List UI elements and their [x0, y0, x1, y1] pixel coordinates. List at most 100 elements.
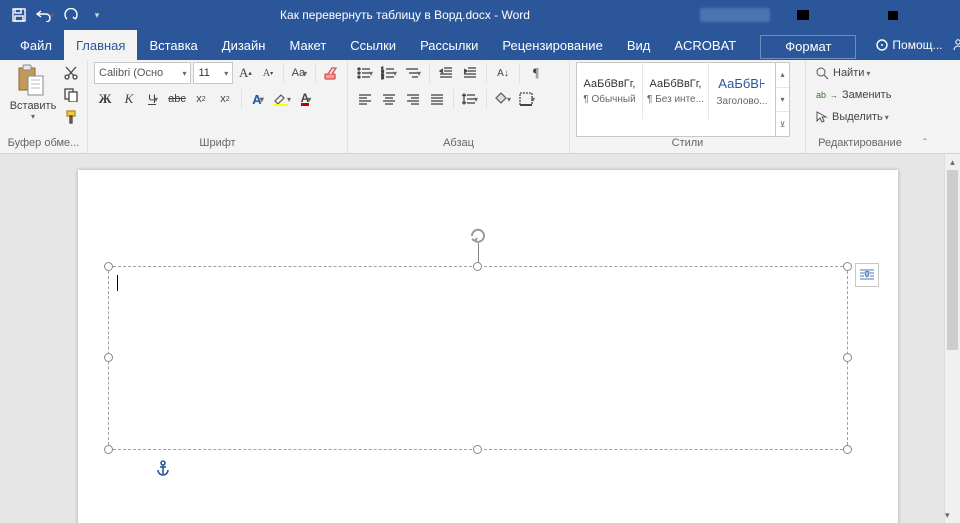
document-area[interactable] [0, 154, 944, 523]
style-no-spacing[interactable]: АаБбВвГг, ¶ Без инте... [643, 63, 709, 119]
titlebar: ▾ ▾ Как перевернуть таблицу в Ворд.docx … [0, 0, 960, 30]
tab-insert[interactable]: Вставка [137, 30, 209, 60]
tab-mailings[interactable]: Рассылки [408, 30, 490, 60]
paste-button[interactable]: Вставить ▾ [6, 62, 60, 137]
resize-handle[interactable] [843, 262, 852, 271]
ribbon: Вставить ▾ Буфер обме... Calibri (Осно▾ … [0, 60, 960, 154]
share-icon[interactable] [951, 30, 960, 60]
rotate-stem [478, 243, 479, 263]
numbering-icon[interactable]: 123▾ [378, 62, 400, 84]
group-clipboard: Вставить ▾ Буфер обме... [0, 60, 88, 153]
undo-icon[interactable]: ▾ [32, 2, 58, 28]
shading-icon[interactable]: ▾ [492, 88, 514, 110]
text-effects-icon[interactable]: A▾ [247, 88, 269, 110]
resize-handle[interactable] [473, 445, 482, 454]
text-box[interactable] [108, 266, 848, 450]
grow-font-icon[interactable]: A▴ [235, 62, 255, 84]
tell-me[interactable]: Помощ... [868, 30, 950, 60]
group-styles: АаБбВвГг, ¶ Обычный АаБбВвГг, ¶ Без инте… [570, 60, 806, 153]
svg-text:3: 3 [381, 75, 384, 80]
line-spacing-icon[interactable]: ▾ [459, 88, 481, 110]
ribbon-display-icon[interactable] [780, 0, 825, 30]
bullets-icon[interactable]: ▾ [354, 62, 376, 84]
resize-handle[interactable] [104, 262, 113, 271]
sort-icon[interactable]: A↓ [492, 62, 514, 84]
vertical-scrollbar[interactable]: ▴ ▾ [944, 154, 960, 523]
tab-file[interactable]: Файл [8, 30, 64, 60]
highlight-icon[interactable]: ▾ [271, 88, 293, 110]
font-size-combo[interactable]: 11▾ [193, 62, 233, 84]
resize-handle[interactable] [843, 353, 852, 362]
tab-acrobat[interactable]: ACROBAT [662, 30, 748, 60]
close-icon[interactable] [915, 0, 960, 30]
minimize-icon[interactable] [825, 0, 870, 30]
resize-handle[interactable] [104, 445, 113, 454]
tab-layout[interactable]: Макет [277, 30, 338, 60]
align-right-icon[interactable] [402, 88, 424, 110]
find-button[interactable]: Найти▾ [812, 62, 908, 84]
document-title: Как перевернуть таблицу в Ворд.docx - Wo… [110, 8, 700, 22]
account-name-blurred [700, 8, 770, 22]
anchor-icon[interactable] [156, 460, 170, 481]
collapse-ribbon-icon[interactable]: ˆ [914, 60, 936, 153]
copy-icon[interactable] [62, 86, 80, 104]
resize-handle[interactable] [104, 353, 113, 362]
group-label-paragraph: Абзац [354, 137, 563, 153]
styles-gallery[interactable]: АаБбВвГг, ¶ Обычный АаБбВвГг, ¶ Без инте… [576, 62, 790, 137]
maximize-icon[interactable] [870, 0, 915, 30]
save-icon[interactable] [6, 2, 32, 28]
style-normal[interactable]: АаБбВвГг, ¶ Обычный [577, 63, 643, 119]
replace-button[interactable]: ab→ Заменить [812, 84, 908, 106]
subscript-icon[interactable]: x2 [190, 88, 212, 110]
group-label-clipboard: Буфер обме... [6, 137, 81, 153]
bold-icon[interactable]: Ж [94, 88, 116, 110]
align-left-icon[interactable] [354, 88, 376, 110]
resize-handle[interactable] [843, 445, 852, 454]
ribbon-tabs: Файл Главная Вставка Дизайн Макет Ссылки… [0, 30, 960, 60]
select-button[interactable]: Выделить▾ [812, 106, 908, 128]
qat-customize-icon[interactable]: ▾ [84, 2, 110, 28]
increase-indent-icon[interactable] [459, 62, 481, 84]
format-painter-icon[interactable] [62, 108, 80, 126]
tab-review[interactable]: Рецензирование [490, 30, 614, 60]
tab-home[interactable]: Главная [64, 30, 137, 60]
font-color-icon[interactable]: A▾ [295, 88, 317, 110]
font-name-combo[interactable]: Calibri (Осно▾ [94, 62, 191, 84]
resize-handle[interactable] [473, 262, 482, 271]
group-label-editing: Редактирование [812, 137, 908, 153]
italic-icon[interactable]: К [118, 88, 140, 110]
align-center-icon[interactable] [378, 88, 400, 110]
decrease-indent-icon[interactable] [435, 62, 457, 84]
gallery-down-icon[interactable]: ▾ [776, 88, 789, 113]
group-label-styles: Стили [576, 137, 799, 153]
tab-references[interactable]: Ссылки [338, 30, 408, 60]
cut-icon[interactable] [62, 64, 80, 82]
scroll-up-icon[interactable]: ▴ [945, 154, 960, 170]
page[interactable] [78, 170, 898, 523]
clear-format-icon[interactable] [321, 62, 341, 84]
borders-icon[interactable]: ▾ [516, 88, 538, 110]
group-label-font: Шрифт [94, 137, 341, 153]
scroll-thumb[interactable] [947, 170, 958, 350]
text-cursor [117, 275, 118, 291]
gallery-more-icon[interactable]: ⊻ [776, 112, 789, 136]
show-marks-icon[interactable]: ¶ [525, 62, 547, 84]
group-font: Calibri (Осно▾ 11▾ A▴ A▾ Aa▾ Ж К Ч▾ abc … [88, 60, 348, 153]
multilevel-icon[interactable]: ▾ [402, 62, 424, 84]
superscript-icon[interactable]: x2 [214, 88, 236, 110]
tab-view[interactable]: Вид [615, 30, 663, 60]
tab-format[interactable]: Формат [748, 30, 868, 60]
tab-design[interactable]: Дизайн [210, 30, 278, 60]
redo-icon[interactable] [58, 2, 84, 28]
layout-options-icon[interactable] [855, 263, 879, 287]
change-case-icon[interactable]: Aa▾ [289, 62, 309, 84]
group-editing: Найти▾ ab→ Заменить Выделить▾ Редактиров… [806, 60, 914, 153]
style-heading1[interactable]: АаБбВ⊦ Заголово... [709, 63, 775, 119]
strikethrough-icon[interactable]: abc [166, 88, 188, 110]
scroll-down-icon[interactable]: ▾ [945, 507, 950, 523]
shrink-font-icon[interactable]: A▾ [258, 62, 278, 84]
underline-icon[interactable]: Ч▾ [142, 88, 164, 110]
justify-icon[interactable] [426, 88, 448, 110]
group-paragraph: ▾ 123▾ ▾ A↓ ¶ ▾ ▾ ▾ [348, 60, 570, 153]
gallery-up-icon[interactable]: ▴ [776, 63, 789, 88]
